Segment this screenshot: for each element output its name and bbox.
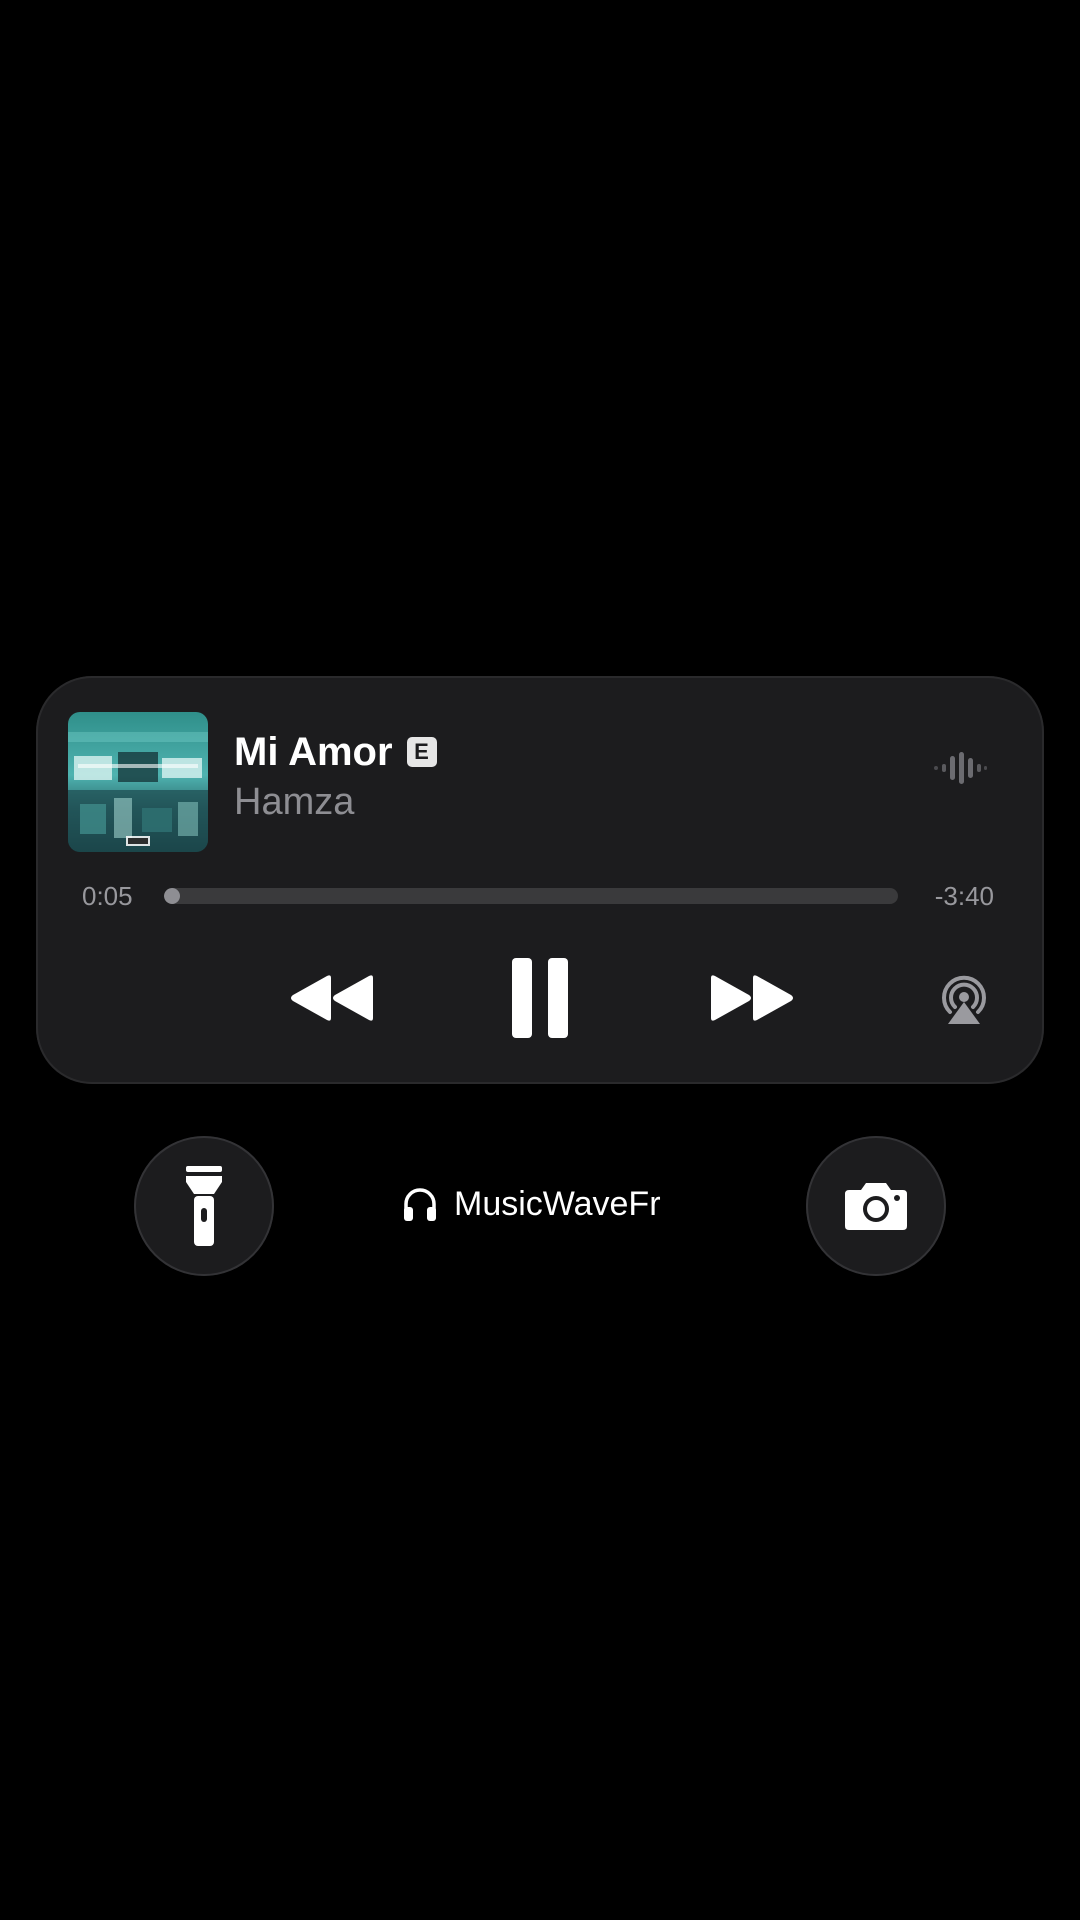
progress-scrubber[interactable] (164, 888, 898, 904)
pause-icon (512, 958, 568, 1038)
fast-forward-button[interactable] (702, 958, 802, 1038)
progress-fill (164, 888, 181, 904)
fast-forward-icon (711, 975, 793, 1021)
track-artist: Hamza (234, 781, 355, 823)
flashlight-icon (186, 1166, 222, 1246)
remaining-time: -3:40 (934, 881, 994, 911)
track-info: Mi Amor E Hamza (234, 728, 437, 826)
airplay-button[interactable] (928, 964, 1000, 1036)
rewind-icon (291, 975, 373, 1021)
now-playing-widget[interactable]: Mi Amor E Hamza 0:05 -3:40 (36, 676, 1044, 1084)
track-title: Mi Amor (234, 730, 393, 774)
elapsed-time: 0:05 (82, 881, 133, 911)
title-row: Mi Amor E (234, 728, 437, 776)
camera-icon (845, 1183, 907, 1230)
audio-output-device[interactable]: MusicWaveFr (400, 1182, 661, 1226)
device-name: MusicWaveFr (454, 1185, 661, 1223)
album-artwork[interactable] (68, 712, 208, 852)
lock-screen: Mi Amor E Hamza 0:05 -3:40 MusicWaveFr (0, 0, 1080, 1920)
airplay-audio-icon (942, 975, 986, 1024)
rewind-button[interactable] (282, 958, 382, 1038)
camera-button[interactable] (806, 1136, 946, 1276)
album-art-image (68, 712, 208, 852)
explicit-badge: E (406, 737, 437, 767)
flashlight-button[interactable] (134, 1136, 274, 1276)
waveform-icon (932, 748, 988, 788)
pause-button[interactable] (502, 948, 578, 1048)
headphones-icon (404, 1188, 436, 1221)
